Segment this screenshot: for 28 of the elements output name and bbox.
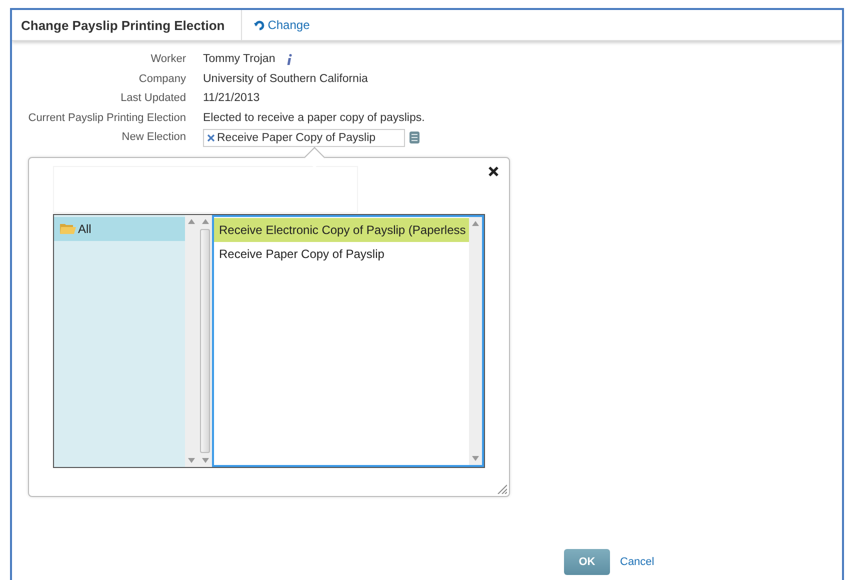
scrollbar[interactable] (469, 216, 482, 464)
category-item[interactable]: All (54, 216, 185, 240)
down-arrow-icon[interactable] (472, 456, 479, 460)
resize-grip-icon[interactable] (497, 484, 507, 494)
field-value: 11/21/2013 (203, 91, 260, 106)
field-label: Last Updated (120, 91, 186, 106)
field-label: New Election (120, 130, 186, 145)
cancel-link[interactable]: Cancel (620, 556, 654, 568)
field-value: Tommy Trojan (203, 52, 276, 67)
field-value: University of Southern California (203, 72, 368, 86)
scrollbar[interactable] (198, 214, 212, 466)
scrollbar[interactable] (185, 214, 198, 466)
up-arrow-icon[interactable] (472, 220, 479, 226)
field-label: Current Payslip Printing Election (27, 110, 186, 126)
field-label: Company (138, 72, 186, 86)
option-item[interactable]: Receive Electronic Copy of Payslip (Paperless (214, 218, 469, 242)
change-link[interactable]: Change (242, 10, 310, 40)
list-icon[interactable] (409, 131, 420, 144)
close-button[interactable] (488, 166, 499, 176)
window-title: Change Payslip Printing Election (12, 10, 242, 40)
info-icon[interactable] (287, 54, 292, 66)
new-election-field[interactable]: Receive Paper Copy of Payslip (203, 128, 405, 147)
option-item[interactable]: Receive Paper Copy of Payslip (214, 242, 469, 266)
refresh-icon (254, 20, 265, 30)
folder-icon (60, 223, 76, 234)
remove-icon[interactable] (207, 134, 215, 142)
field-value: Elected to receive a paper copy of payslips. (203, 110, 425, 126)
field-label: Worker (150, 52, 186, 67)
